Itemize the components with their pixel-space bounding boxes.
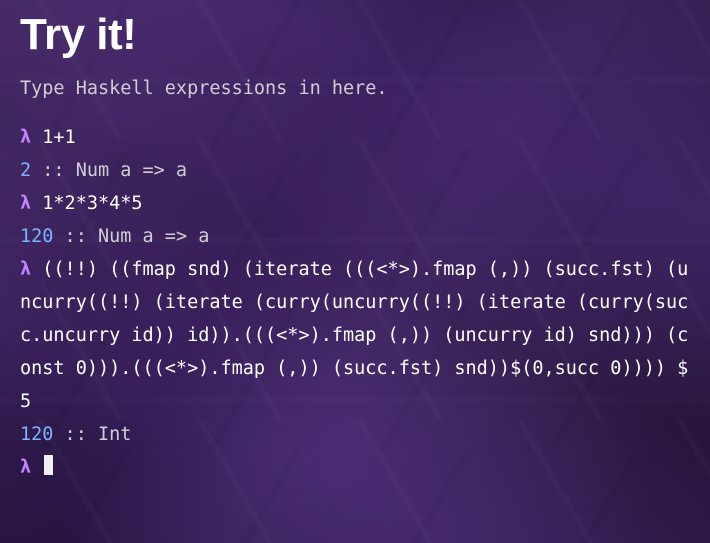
repl-output: 2 :: Num a => a xyxy=(20,154,690,187)
repl-output: 120 :: Int xyxy=(20,418,690,451)
repl-console[interactable]: λ 1+1 2 :: Num a => a λ 1*2*3*4*5 120 ::… xyxy=(20,121,690,484)
repl-input: 1*2*3*4*5 xyxy=(42,193,142,214)
result-value: 2 xyxy=(20,160,31,181)
repl-line: λ ((!!) ((fmap snd) (iterate (((<*>).fma… xyxy=(20,253,690,418)
repl-line: λ 1+1 xyxy=(20,121,690,154)
result-type: :: Num a => a xyxy=(31,160,187,181)
result-type: :: Num a => a xyxy=(53,226,209,247)
intro-text: Type Haskell expressions in here. xyxy=(20,78,690,99)
page-title: Try it! xyxy=(20,10,690,60)
repl-input: 1+1 xyxy=(42,127,75,148)
repl-prompt-active[interactable]: λ xyxy=(20,451,690,484)
cursor-icon xyxy=(44,455,53,475)
repl-panel: Try it! Type Haskell expressions in here… xyxy=(0,0,710,484)
lambda-icon: λ xyxy=(20,127,31,148)
result-type: :: Int xyxy=(53,424,131,445)
result-value: 120 xyxy=(20,424,53,445)
lambda-icon: λ xyxy=(20,193,31,214)
lambda-icon: λ xyxy=(20,457,31,478)
repl-output: 120 :: Num a => a xyxy=(20,220,690,253)
repl-input: ((!!) ((fmap snd) (iterate (((<*>).fmap … xyxy=(20,259,699,412)
result-value: 120 xyxy=(20,226,53,247)
lambda-icon: λ xyxy=(20,259,31,280)
repl-line: λ 1*2*3*4*5 xyxy=(20,187,690,220)
